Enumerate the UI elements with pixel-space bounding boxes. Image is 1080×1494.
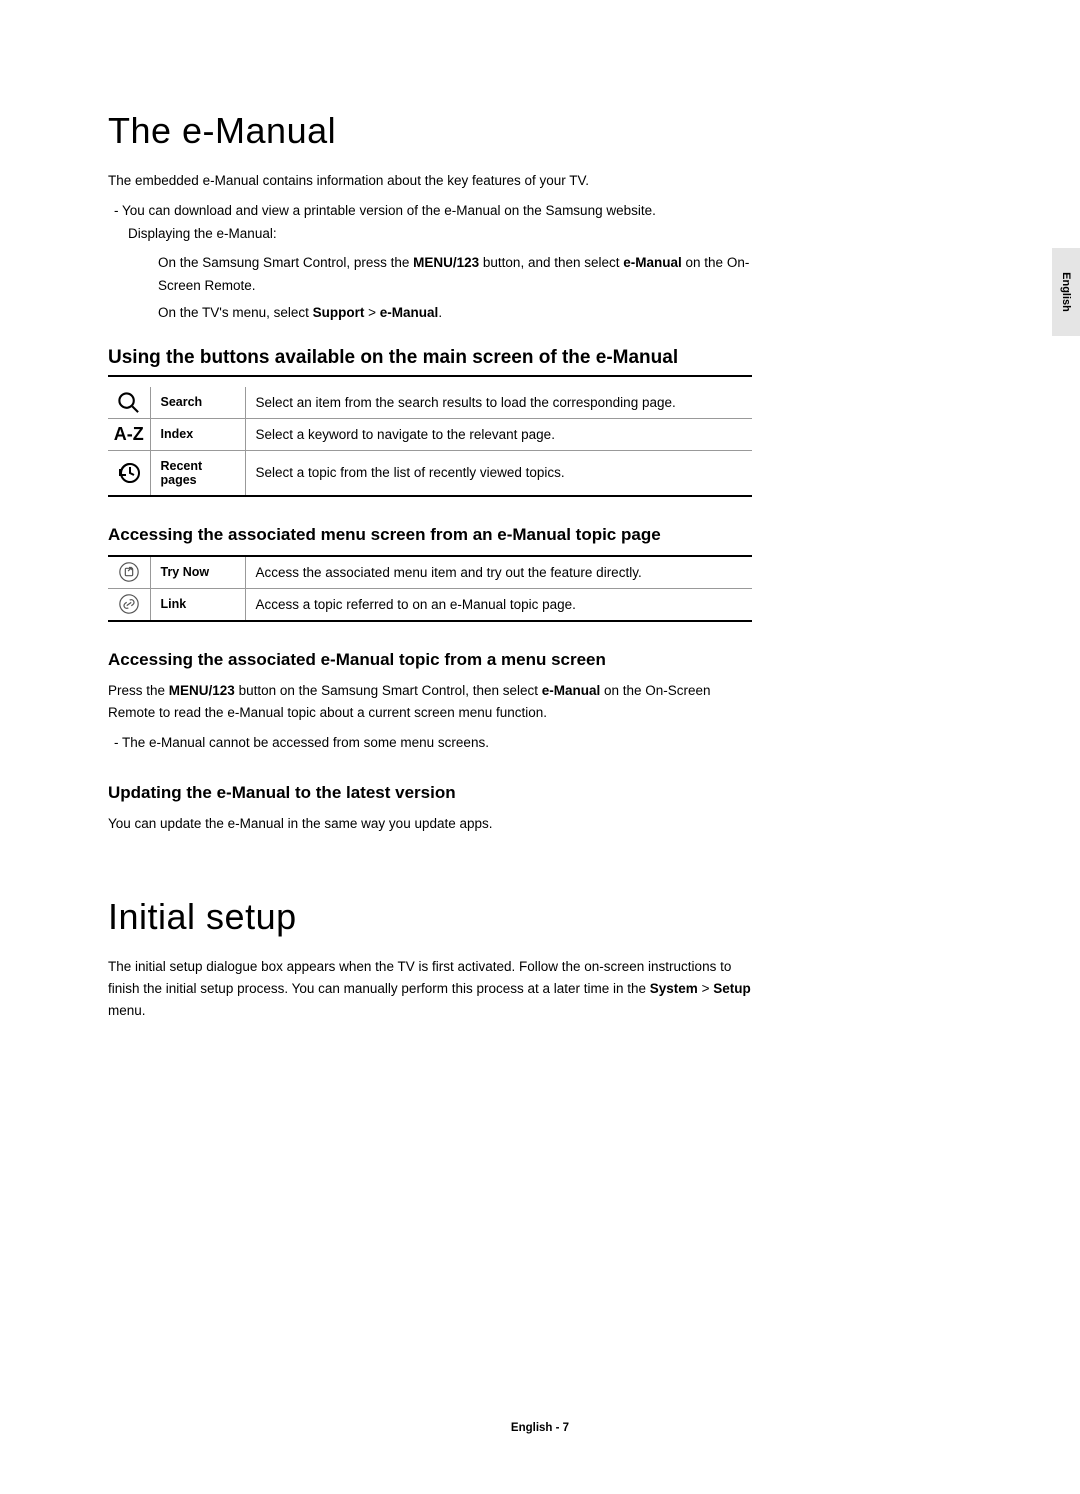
row-label: Link (150, 588, 245, 621)
para-associated-topic: Press the MENU/123 button on the Samsung… (108, 680, 752, 725)
recent-icon (108, 450, 150, 496)
table-row: Recent pages Select a topic from the lis… (108, 450, 752, 496)
row-desc: Select an item from the search results t… (245, 387, 752, 419)
table-row: Link Access a topic referred to on an e-… (108, 588, 752, 621)
language-tab-label: English (1060, 272, 1072, 312)
page-footer: English - 7 (511, 1422, 569, 1434)
intro-text: The embedded e-Manual contains informati… (108, 170, 752, 192)
row-label: Search (150, 387, 245, 419)
row-desc: Access a topic referred to on an e-Manua… (245, 588, 752, 621)
row-desc: Select a keyword to navigate to the rele… (245, 418, 752, 450)
heading-updating: Updating the e-Manual to the latest vers… (108, 783, 752, 803)
section-title-emanual: The e-Manual (108, 110, 752, 152)
row-desc: Select a topic from the list of recently… (245, 450, 752, 496)
table-row: A-Z Index Select a keyword to navigate t… (108, 418, 752, 450)
para-updating: You can update the e-Manual in the same … (108, 813, 752, 835)
table-row: Search Select an item from the search re… (108, 387, 752, 419)
heading-main-buttons: Using the buttons available on the main … (108, 347, 752, 377)
bullet-download: You can download and view a printable ve… (108, 200, 752, 223)
row-label: Recent pages (150, 450, 245, 496)
display-line: Displaying the e-Manual: (108, 223, 752, 246)
para-initial-setup: The initial setup dialogue box appears w… (108, 956, 752, 1023)
heading-associated-menu: Accessing the associated menu screen fro… (108, 525, 752, 545)
row-label: Try Now (150, 556, 245, 589)
language-tab: English (1052, 248, 1080, 336)
table-topic-page: Try Now Access the associated menu item … (108, 555, 752, 622)
table-main-buttons: Search Select an item from the search re… (108, 387, 752, 497)
try-now-icon (108, 556, 150, 589)
link-icon (108, 588, 150, 621)
section-title-initial-setup: Initial setup (108, 896, 752, 938)
deep-line-2: On the TV's menu, select Support > e-Man… (108, 302, 752, 325)
row-desc: Access the associated menu item and try … (245, 556, 752, 589)
search-icon (108, 387, 150, 419)
heading-associated-topic: Accessing the associated e-Manual topic … (108, 650, 752, 670)
page-content: The e-Manual The embedded e-Manual conta… (0, 0, 860, 1022)
index-icon: A-Z (108, 418, 150, 450)
bullet-cannot-access: The e-Manual cannot be accessed from som… (108, 732, 752, 755)
deep-line-1: On the Samsung Smart Control, press the … (108, 252, 752, 298)
row-label: Index (150, 418, 245, 450)
table-row: Try Now Access the associated menu item … (108, 556, 752, 589)
